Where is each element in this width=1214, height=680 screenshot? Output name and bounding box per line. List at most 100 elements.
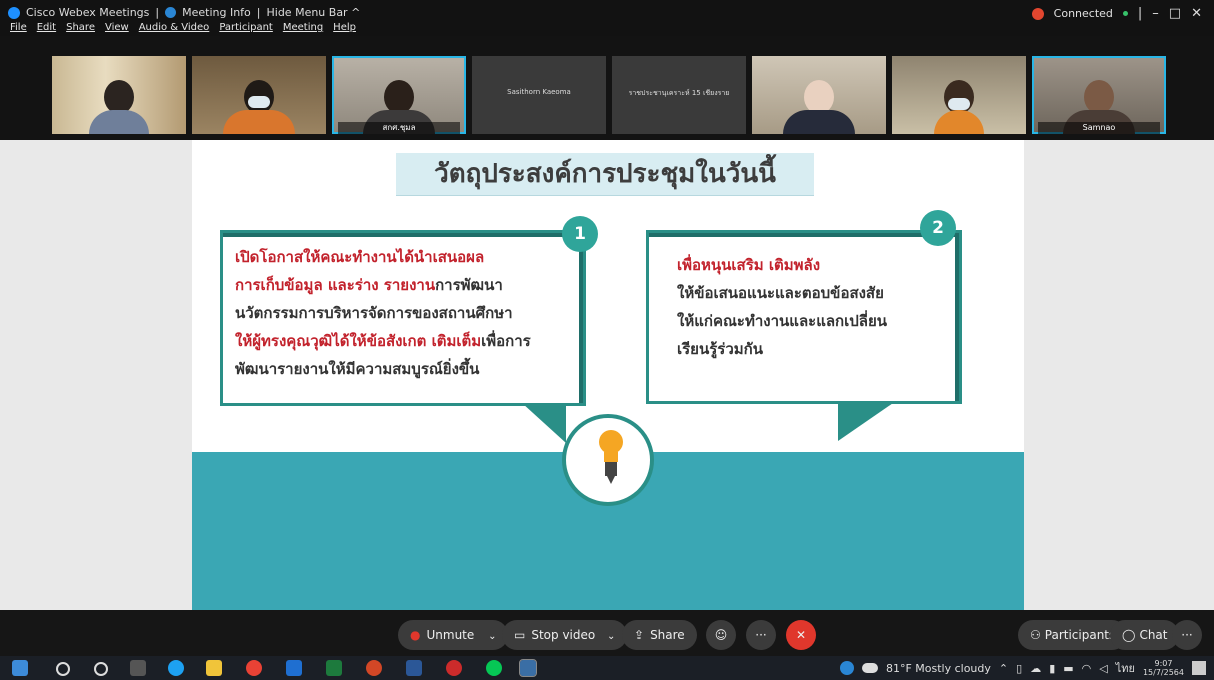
chevron-down-icon[interactable]: ⌄ [488,631,496,642]
menu-meeting[interactable]: Meeting [283,22,323,33]
menu-view[interactable]: View [105,22,129,33]
objective-1-text: เปิดโอกาสให้คณะทำงานได้นำเสนอผล การเก็บข… [235,243,573,383]
shared-slide: วัตถุประสงค์การประชุมในวันนี้ เปิดโอกาสใ… [192,140,1024,610]
participant-video-strip: สกศ.ชุมล Sasithorn Kaeoma ราชประชานุเครา… [0,36,1214,140]
meeting-controls: ● Unmute ⌄ ▭ Stop video ⌄ ⇪ Share ☺ ··· ✕ ⚇… [0,610,1214,656]
participant-name: Samnao [1038,122,1160,134]
battery-icon[interactable]: ▬ [1063,662,1073,675]
edge-icon[interactable] [168,660,184,676]
slide-title: วัตถุประสงค์การประชุมในวันนี้ [396,153,814,196]
app-icon[interactable] [286,660,302,676]
share-button[interactable]: ⇪ Share [622,620,697,650]
meeting-info-button[interactable]: Meeting Info [182,6,251,19]
menu-participant[interactable]: Participant [219,22,273,33]
status-dot-icon [1122,11,1128,16]
participant-tile-active[interactable]: Samnao [1032,56,1166,134]
chrome-icon[interactable] [246,660,262,676]
participant-tile[interactable] [892,56,1026,134]
participant-tile[interactable] [752,56,886,134]
text-line: ให้แก่คณะทำงานและแลกเปลี่ยน [677,312,888,330]
menu-help[interactable]: Help [333,22,356,33]
task-view-icon[interactable] [130,660,146,676]
unmute-button[interactable]: ● Unmute ⌄ [398,620,509,650]
file-explorer-icon[interactable] [206,660,222,676]
tray-icon[interactable]: ▯ [1016,662,1022,675]
menu-file[interactable]: File [10,22,27,33]
restore-button[interactable]: □ [1169,6,1181,21]
language-indicator[interactable]: ไทย [1116,659,1135,677]
participant-tile[interactable] [192,56,326,134]
chevron-down-icon[interactable]: ⌄ [607,631,615,642]
camera-icon: ▭ [514,628,526,642]
weather-text[interactable]: 81°F Mostly cloudy [886,662,991,675]
participant-tile[interactable] [52,56,186,134]
powerpoint-icon[interactable] [366,660,382,676]
chat-button[interactable]: ◯ Chat [1110,620,1180,650]
muted-mic-icon: ● [410,628,421,642]
face-mask [948,98,970,110]
windows-taskbar: 81°F Mostly cloudy ⌃ ▯ ☁ ▮ ▬ ◠ ◁ ไทย 9:0… [0,656,1214,680]
panel-more-button[interactable]: ··· [1172,620,1202,650]
connection-icon [1031,7,1044,20]
notifications-icon[interactable] [1192,661,1206,675]
participant-tile-active[interactable]: สกศ.ชุมล [332,56,466,134]
windows-start-icon[interactable] [12,660,28,676]
word-icon[interactable] [406,660,422,676]
clock[interactable]: 9:07 15/7/2564 [1143,659,1184,677]
cortana-icon[interactable] [94,662,108,676]
lightbulb-icon [562,414,654,506]
objective-2-text: เพื่อหนุนเสริม เติมพลัง ให้ข้อเสนอแนะและ… [677,251,949,363]
window-separator: | [1137,6,1143,21]
participants-icon: ⚇ [1030,628,1041,642]
text-line: เรียนรู้ร่วมกัน [677,340,763,358]
cloud-icon [861,663,878,673]
webex-taskbar-icon[interactable] [519,659,537,677]
menu-audio-video[interactable]: Audio & Video [139,22,210,33]
clock-time: 9:07 [1154,659,1173,668]
system-tray: 81°F Mostly cloudy ⌃ ▯ ☁ ▮ ▬ ◠ ◁ ไทย 9:0… [839,659,1206,677]
text-line: นวัตกรรมการบริหารจัดการของสถานศึกษา [235,304,513,322]
close-button[interactable]: ✕ [1191,6,1202,21]
app-tray-icon[interactable] [839,661,854,675]
webex-logo-icon [8,6,20,19]
end-meeting-button[interactable]: ✕ [786,620,816,650]
title-bar-left: Cisco Webex Meetings | Meeting Info | Hi… [8,6,360,19]
excel-icon[interactable] [326,660,342,676]
title-bar: Cisco Webex Meetings | Meeting Info | Hi… [0,0,1214,36]
search-icon[interactable] [56,662,70,676]
title-separator: | [256,6,261,19]
participant-avatar [89,80,149,134]
mic-icon[interactable]: ▮ [1049,662,1055,675]
callout-tail-2 [838,401,896,441]
stop-video-button[interactable]: ▭ Stop video ⌄ [502,620,628,650]
minimize-button[interactable]: – [1152,6,1159,21]
callout-tail-1 [522,403,566,443]
reactions-button[interactable]: ☺ [706,620,736,650]
hide-menu-bar-button[interactable]: Hide Menu Bar ^ [267,6,361,19]
app-title: Cisco Webex Meetings [26,6,150,19]
chevron-up-icon[interactable]: ⌃ [999,662,1008,675]
connection-status[interactable]: Connected [1054,7,1113,20]
objective-box-2: เพื่อหนุนเสริม เติมพลัง ให้ข้อเสนอแนะและ… [646,230,962,404]
title-separator: | [155,6,160,19]
onedrive-icon[interactable]: ☁ [1030,662,1041,675]
menu-bar: File Edit Share View Audio & Video Parti… [10,22,356,33]
menu-share[interactable]: Share [66,22,95,33]
line-icon[interactable] [486,660,502,676]
volume-icon[interactable]: ◁ [1099,662,1107,675]
wifi-icon[interactable]: ◠ [1082,662,1092,675]
participant-tile[interactable]: ราชประชานุเคราะห์ 15 เชียงราย [612,56,746,134]
opera-icon[interactable] [446,660,462,676]
badge-2: 2 [920,210,956,246]
menu-edit[interactable]: Edit [37,22,56,33]
text-line: พัฒนารายงานให้มีความสมบูรณ์ยิ่งขึ้น [235,360,480,378]
face-mask [248,96,270,108]
info-icon [165,7,177,18]
participant-name: ราชประชานุเคราะห์ 15 เชียงราย [628,89,730,97]
more-options-button[interactable]: ··· [746,620,776,650]
participant-tile[interactable]: Sasithorn Kaeoma [472,56,606,134]
text-line: ให้ข้อเสนอแนะและตอบข้อสงสัย [677,284,884,302]
text-line: การเก็บข้อมูล และร่าง รายงานการพัฒนา [235,276,503,294]
objective-box-1: เปิดโอกาสให้คณะทำงานได้นำเสนอผล การเก็บข… [220,230,586,406]
emoji-icon: ☺ [714,628,728,642]
